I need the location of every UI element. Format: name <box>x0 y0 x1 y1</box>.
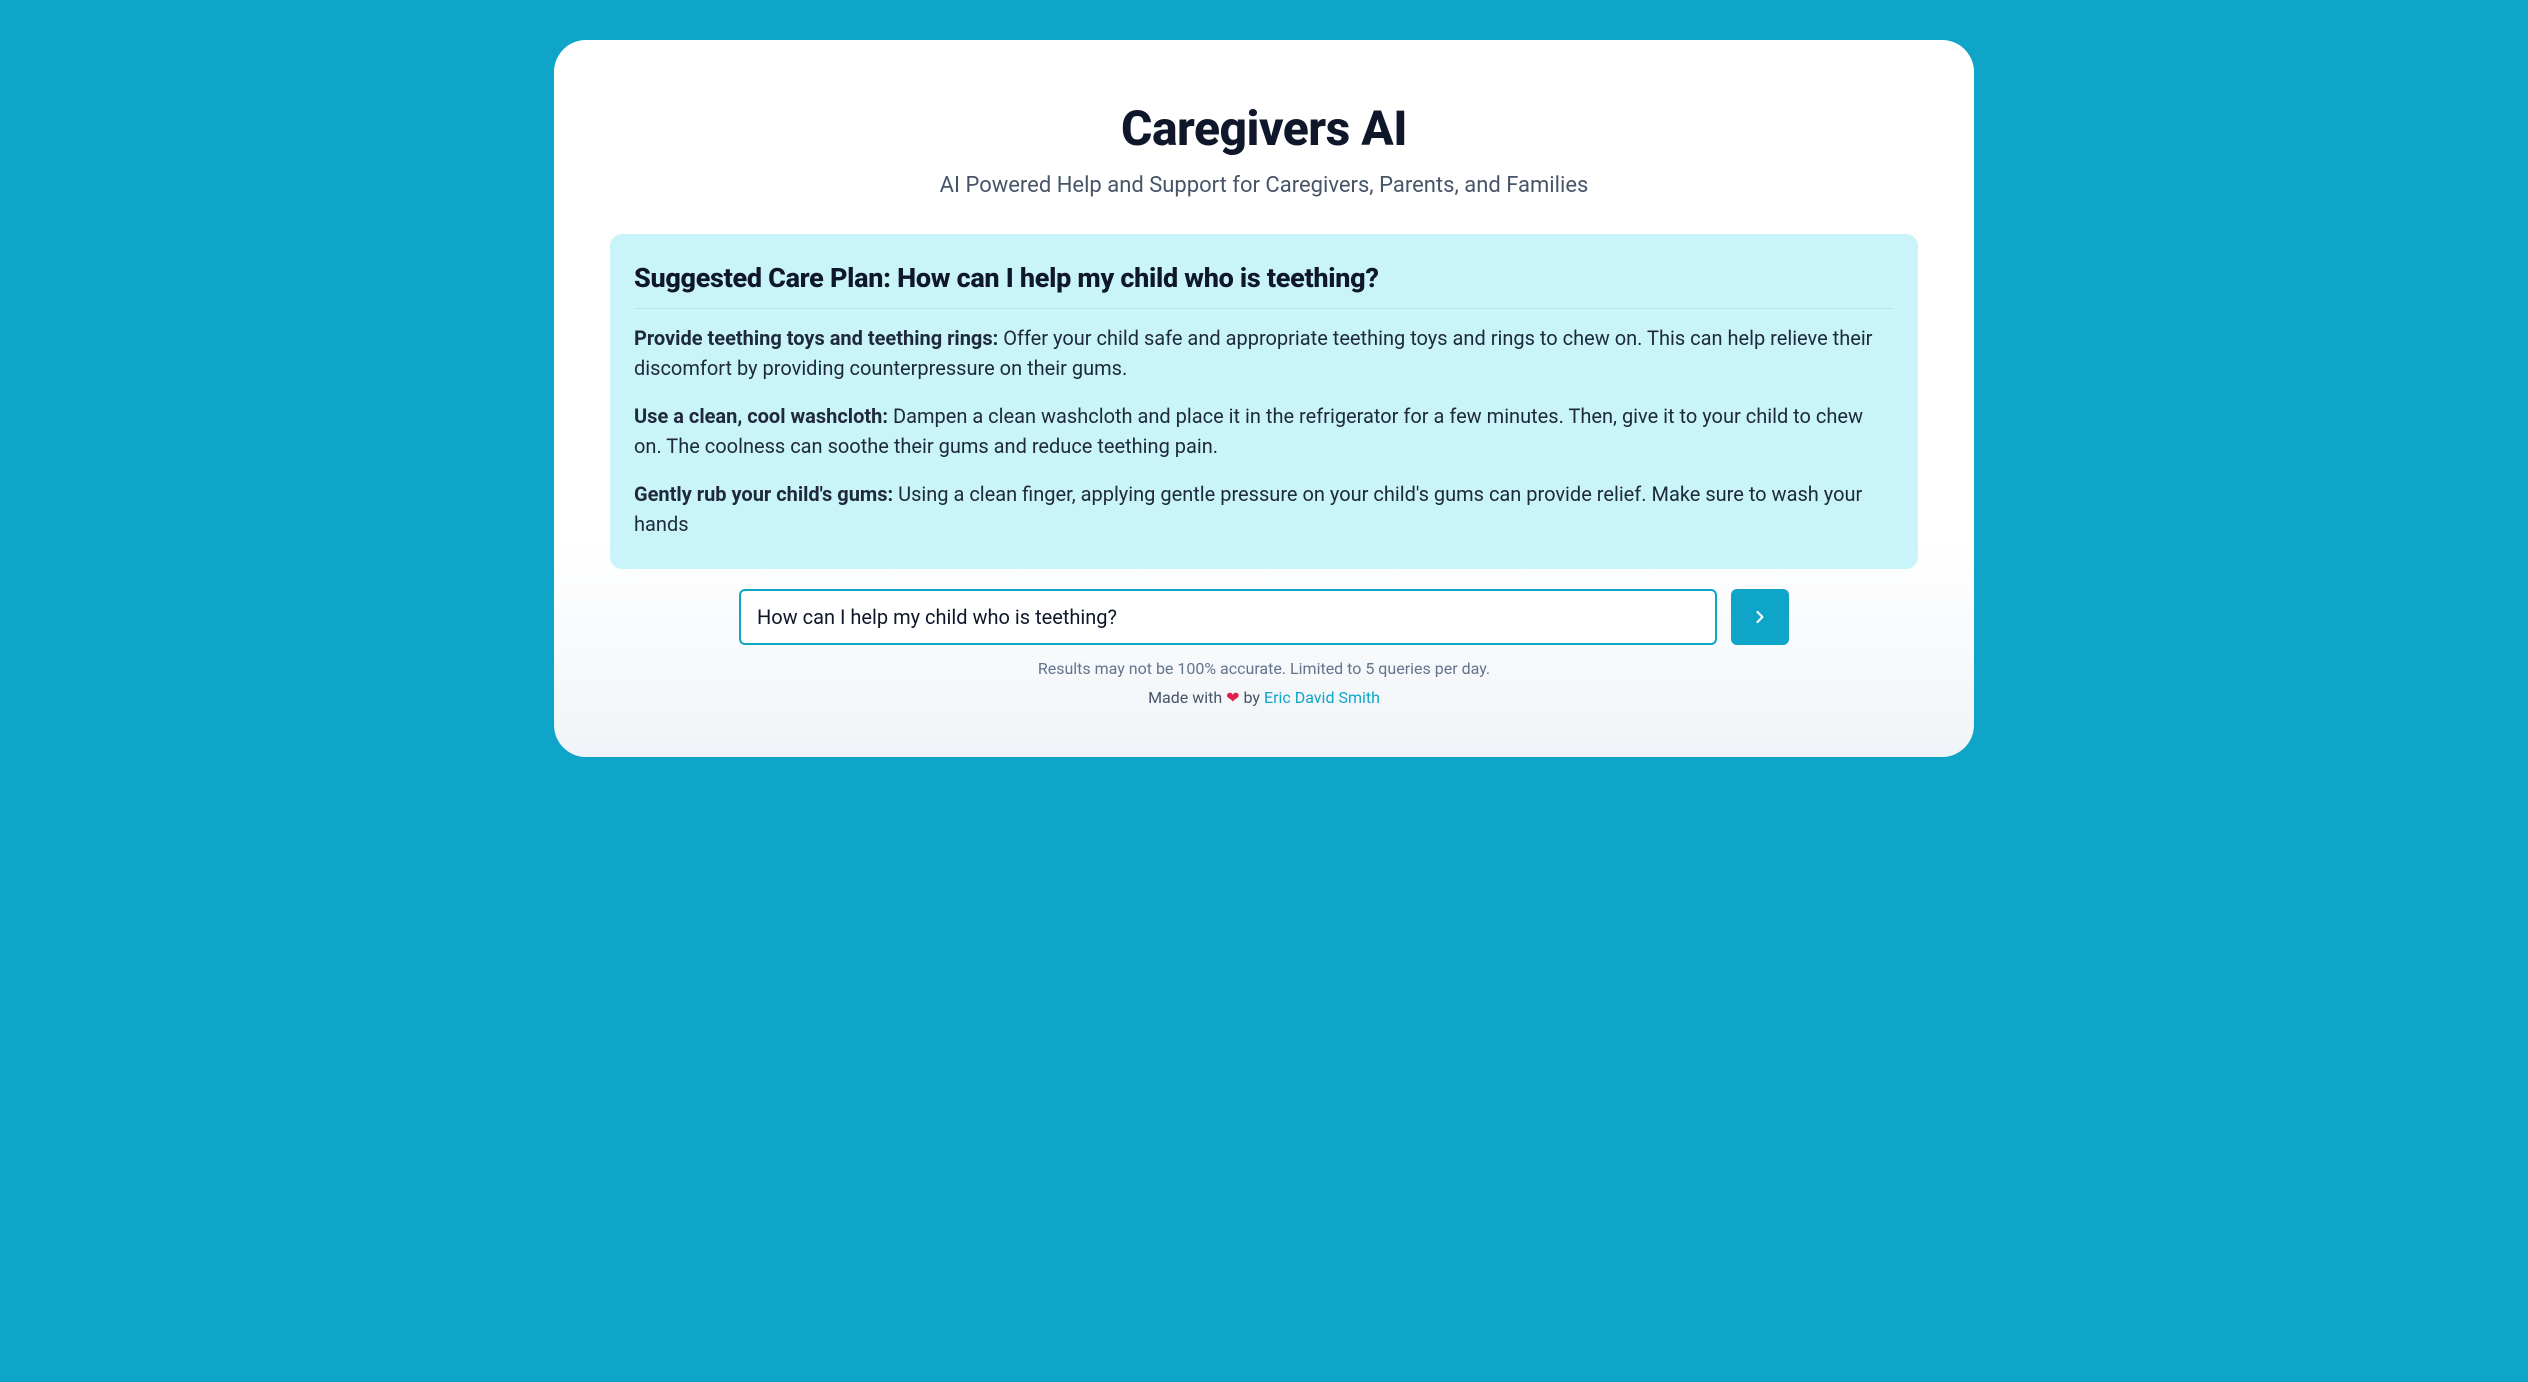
chevron-right-icon <box>1750 607 1770 627</box>
heart-icon: ❤ <box>1226 688 1239 707</box>
result-item: Gently rub your child's gums: Using a cl… <box>634 479 1894 539</box>
result-item-bold: Provide teething toys and teething rings… <box>634 326 1003 350</box>
result-item-bold: Gently rub your child's gums: <box>634 482 898 506</box>
credit-by: by <box>1240 688 1264 707</box>
input-row <box>739 589 1789 645</box>
credit-made-with: Made with <box>1148 688 1226 707</box>
credit-line: Made with ❤ by Eric David Smith <box>610 688 1918 707</box>
submit-button[interactable] <box>1731 589 1789 645</box>
result-panel: Suggested Care Plan: How can I help my c… <box>610 234 1918 569</box>
author-link[interactable]: Eric David Smith <box>1264 688 1380 707</box>
result-heading-query: How can I help my child who is teething? <box>897 262 1379 294</box>
result-item: Provide teething toys and teething rings… <box>634 323 1894 383</box>
disclaimer-text: Results may not be 100% accurate. Limite… <box>610 659 1918 678</box>
result-heading: Suggested Care Plan: How can I help my c… <box>634 262 1894 294</box>
result-item-bold: Use a clean, cool washcloth: <box>634 404 893 428</box>
result-item: Use a clean, cool washcloth: Dampen a cl… <box>634 401 1894 461</box>
main-card: Caregivers AI AI Powered Help and Suppor… <box>554 40 1974 757</box>
page-title: Caregivers AI <box>610 100 1918 157</box>
result-text: Provide teething toys and teething rings… <box>634 308 1894 539</box>
query-input[interactable] <box>739 589 1717 645</box>
page-subtitle: AI Powered Help and Support for Caregive… <box>610 173 1918 198</box>
result-heading-prefix: Suggested Care Plan: <box>634 262 897 294</box>
